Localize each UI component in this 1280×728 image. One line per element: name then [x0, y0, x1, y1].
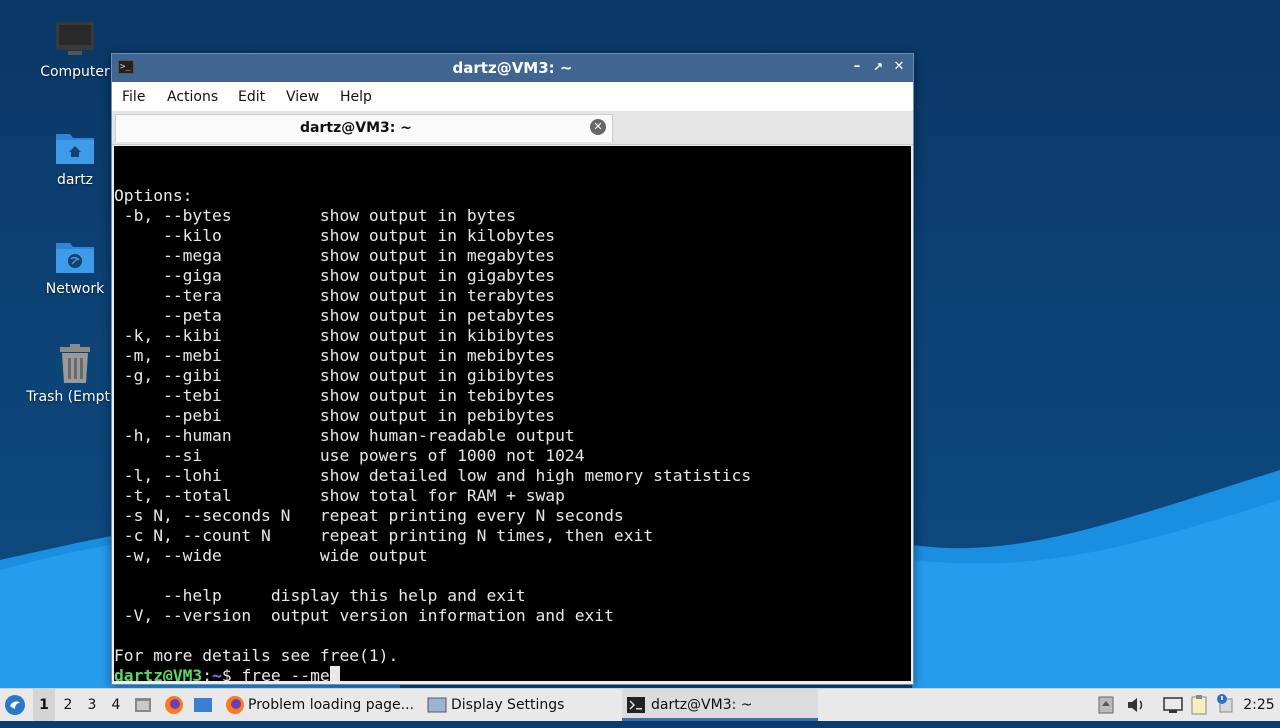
- terminal-line: -m, --mebi show output in mebibytes: [114, 346, 556, 365]
- tray-volume[interactable]: [1126, 689, 1148, 721]
- prompt-line[interactable]: dartz@VM3:~$ free --me: [114, 666, 751, 681]
- terminal-line: --tera show output in terabytes: [114, 286, 556, 305]
- terminal-line: -V, --version output version information…: [114, 606, 614, 625]
- task-firefox[interactable]: Problem loading page...: [222, 689, 418, 721]
- tab-title: dartz@VM3: ~: [300, 120, 412, 136]
- terminal-line: Options:: [114, 186, 193, 205]
- clock[interactable]: 2:25: [1242, 689, 1276, 721]
- desktop-icon: [194, 698, 212, 712]
- menu-actions[interactable]: Actions: [167, 89, 218, 105]
- menu-edit[interactable]: Edit: [238, 89, 265, 105]
- prompt-user: dartz@VM3: [114, 666, 203, 681]
- terminal-tab[interactable]: dartz@VM3: ~ ✕: [115, 114, 613, 142]
- prompt-separator: :: [202, 666, 213, 681]
- terminal-line: -h, --human show human-readable output: [114, 426, 575, 445]
- volume-icon: [1128, 698, 1143, 712]
- firefox-launcher[interactable]: [164, 689, 186, 721]
- trash-icon: [60, 344, 90, 383]
- close-button[interactable]: ✕: [890, 58, 908, 76]
- prompt-symbol: $: [221, 666, 242, 681]
- menu-bar: File Actions Edit View Help: [112, 82, 913, 111]
- file-manager-icon: [135, 698, 151, 712]
- tray-clipboard[interactable]: [1190, 689, 1212, 721]
- show-desktop-launcher[interactable]: [193, 689, 215, 721]
- terminal-line: -c N, --count N repeat printing N times,…: [114, 526, 654, 545]
- terminal-line: --help display this help and exit: [114, 586, 526, 605]
- terminal-line: --peta show output in petabytes: [114, 306, 556, 325]
- clipboard-icon: [1191, 695, 1207, 715]
- terminal-line: --mega show output in megabytes: [114, 246, 556, 265]
- terminal-output[interactable]: Options: -b, --bytes show output in byte…: [114, 146, 911, 681]
- menu-file[interactable]: File: [122, 89, 145, 105]
- firefox-icon: [226, 696, 244, 714]
- terminal-line: --kilo show output in kilobytes: [114, 226, 556, 245]
- display-settings-icon: [427, 697, 447, 713]
- workspace-2[interactable]: 2: [57, 689, 79, 721]
- computer-icon: [56, 22, 94, 55]
- task-display-settings[interactable]: Display Settings: [424, 689, 614, 721]
- start-menu-button[interactable]: [4, 689, 28, 721]
- menu-help[interactable]: Help: [340, 89, 372, 105]
- terminal-line: For more details see free(1).: [114, 646, 399, 665]
- tray-keyboard[interactable]: [1098, 689, 1118, 721]
- home-folder-icon: [56, 134, 94, 164]
- taskbar: 1 2 3 4 Problem loading page... Display …: [0, 688, 1280, 721]
- terminal-icon: [627, 697, 645, 713]
- terminal-line: --pebi show output in pebibytes: [114, 406, 556, 425]
- terminal-line: -l, --lohi show detailed low and high me…: [114, 466, 752, 485]
- prompt-path: ~: [212, 666, 222, 681]
- terminal-line: --tebi show output in tebibytes: [114, 386, 556, 405]
- terminal-line: -w, --wide wide output: [114, 546, 428, 565]
- menu-view[interactable]: View: [286, 89, 319, 105]
- command-input: free --me: [241, 666, 330, 681]
- terminal-line: --si use powers of 1000 not 1024: [114, 446, 585, 465]
- terminal-line: -k, --kibi show output in kibibytes: [114, 326, 556, 345]
- file-manager-launcher[interactable]: [134, 689, 154, 721]
- task-terminal[interactable]: dartz@VM3: ~: [622, 689, 818, 721]
- window-titlebar[interactable]: >_ dartz@VM3: ~ – ↗ ✕: [112, 54, 913, 82]
- terminal-text: Options: -b, --bytes show output in byte…: [114, 166, 751, 681]
- window-title: dartz@VM3: ~: [452, 59, 573, 77]
- workspace-1[interactable]: 1: [33, 689, 55, 721]
- firefox-icon: [165, 696, 183, 714]
- eject-icon: [1098, 696, 1114, 714]
- terminal-line: -t, --total show total for RAM + swap: [114, 486, 565, 505]
- maximize-button[interactable]: ↗: [869, 58, 887, 76]
- task-label: Problem loading page...: [248, 697, 415, 713]
- terminal-line: -b, --bytes show output in bytes: [114, 206, 516, 225]
- terminal-line: -g, --gibi show output in gibibytes: [114, 366, 556, 385]
- terminal-window: >_ dartz@VM3: ~ – ↗ ✕ File Actions Edit …: [111, 53, 914, 685]
- network-icon: [1163, 697, 1183, 713]
- update-notification-icon: [1217, 694, 1233, 713]
- workspace-4[interactable]: 4: [105, 689, 127, 721]
- terminal-line: -s N, --seconds N repeat printing every …: [114, 506, 624, 525]
- text-cursor: [329, 666, 340, 681]
- tray-network[interactable]: [1163, 689, 1185, 721]
- app-menu-icon: [5, 695, 25, 715]
- task-label: dartz@VM3: ~: [651, 697, 753, 713]
- task-label: Display Settings: [451, 697, 565, 713]
- tray-updates[interactable]: [1216, 689, 1236, 721]
- terminal-line: --giga show output in gigabytes: [114, 266, 556, 285]
- minimize-button[interactable]: –: [848, 58, 866, 76]
- tab-bar: dartz@VM3: ~ ✕: [112, 111, 913, 145]
- tab-close-icon[interactable]: ✕: [590, 119, 606, 135]
- network-folder-icon: [56, 243, 94, 273]
- workspace-3[interactable]: 3: [81, 689, 103, 721]
